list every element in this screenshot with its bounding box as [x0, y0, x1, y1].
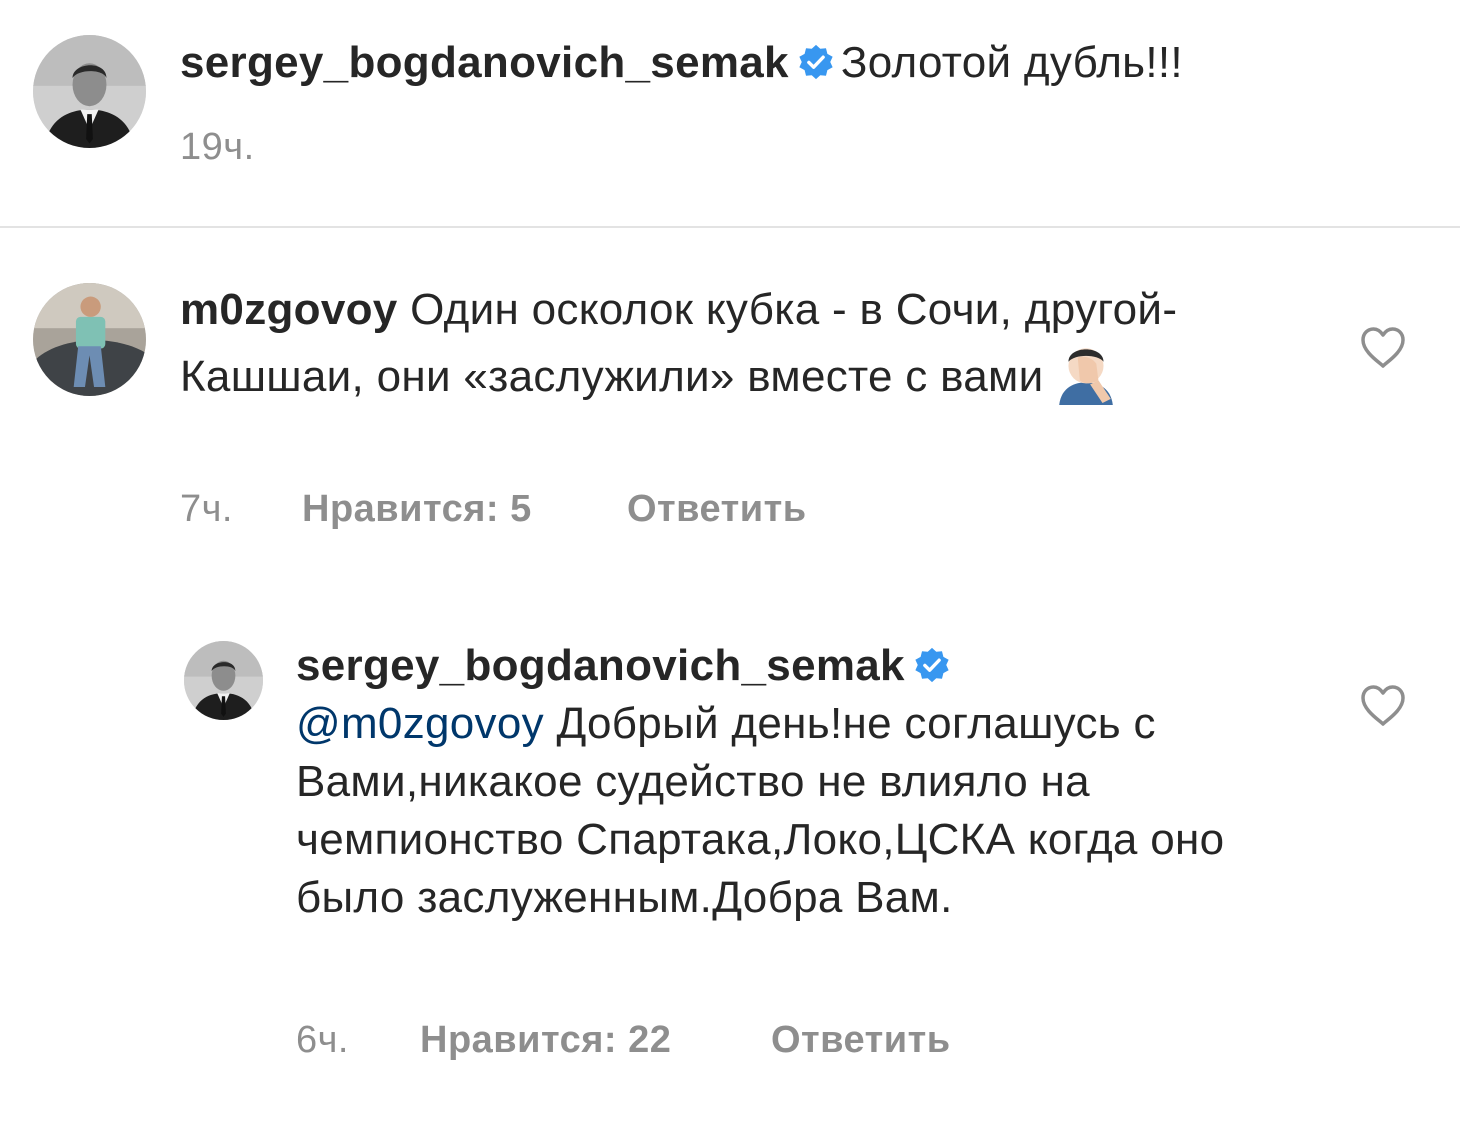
avatar-photo	[33, 283, 146, 396]
reply-button[interactable]: Ответить	[771, 1019, 951, 1062]
caption-text: sergey_bogdanovich_semak Золотой дубль!!…	[180, 34, 1380, 92]
verified-badge-icon	[915, 647, 949, 683]
mention-link[interactable]: @m0zgovoy	[296, 699, 544, 748]
avatar-photo	[33, 35, 146, 148]
caption-divider	[0, 226, 1460, 228]
reply-text: sergey_bogdanovich_semak @m0zgovoy Добры…	[296, 637, 1306, 927]
comment-meta: 7ч. Нравится: 5 Ответить	[180, 488, 1080, 534]
like-heart-icon[interactable]	[1359, 326, 1407, 370]
avatar[interactable]	[184, 641, 263, 720]
caption-timestamp: 19ч.	[180, 126, 255, 168]
reply-meta: 6ч. Нравится: 22 Ответить	[296, 1019, 1196, 1065]
caption-body: Золотой дубль!!!	[840, 38, 1183, 87]
likes-count-button[interactable]: Нравится: 5	[302, 488, 532, 531]
face-palm-emoji-icon	[1059, 348, 1114, 405]
caption-meta: 19ч.	[180, 126, 480, 172]
comment-username[interactable]: m0zgovoy	[180, 285, 398, 334]
avatar[interactable]	[33, 283, 146, 396]
reply-timestamp: 6ч.	[296, 1019, 349, 1061]
reply-button[interactable]: Ответить	[627, 488, 807, 531]
reply-username[interactable]: sergey_bogdanovich_semak	[296, 641, 905, 690]
avatar-photo	[184, 641, 263, 720]
caption-username[interactable]: sergey_bogdanovich_semak	[180, 38, 789, 87]
comment-timestamp: 7ч.	[180, 488, 233, 530]
comment-text: m0zgovoy Один осколок кубка - в Сочи, др…	[180, 281, 1310, 406]
like-heart-icon[interactable]	[1359, 684, 1407, 728]
avatar[interactable]	[33, 35, 146, 148]
likes-count-button[interactable]: Нравится: 22	[420, 1019, 671, 1062]
verified-badge-icon	[799, 44, 833, 80]
